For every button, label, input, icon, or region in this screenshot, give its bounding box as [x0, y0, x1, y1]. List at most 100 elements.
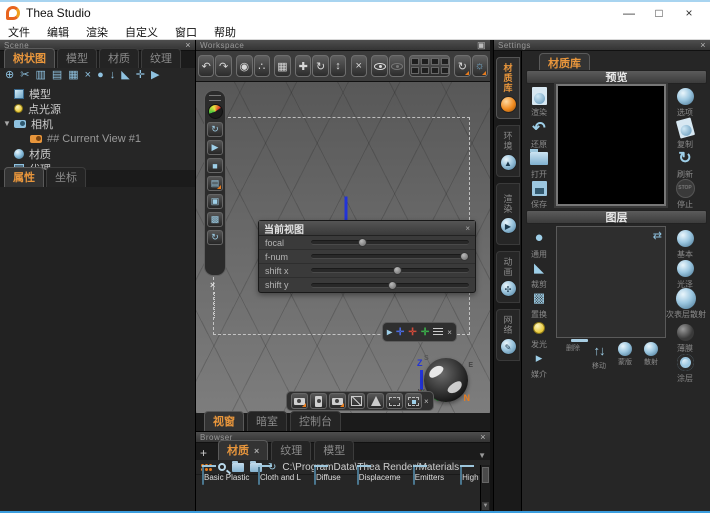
- clone-button[interactable]: ▦: [274, 55, 291, 77]
- tab-properties[interactable]: 属性: [4, 167, 44, 187]
- brush-icon[interactable]: ◣: [121, 70, 129, 81]
- layer-clipping-button[interactable]: ◣ 裁剪: [524, 258, 554, 290]
- diagonal-guide-button[interactable]: [348, 393, 365, 409]
- scrollbar-down-icon[interactable]: ▼: [482, 502, 489, 510]
- folder-item[interactable]: Diffuse: [314, 466, 341, 509]
- hide-button[interactable]: [388, 55, 406, 77]
- layer-glossy-button[interactable]: 光泽: [670, 258, 700, 290]
- duplicate-icon[interactable]: ▦: [68, 70, 78, 81]
- preview-open-button[interactable]: 打开: [524, 148, 554, 180]
- camera-toolbar-close-icon[interactable]: ×: [424, 397, 429, 406]
- folder-item[interactable]: Displaceme: [356, 466, 401, 509]
- tree-item-current-view[interactable]: ## Current View #1: [0, 131, 195, 146]
- tab-console[interactable]: 控制台: [290, 411, 341, 431]
- shifty-slider[interactable]: [311, 280, 469, 290]
- rotate-tool-button[interactable]: ↻: [312, 55, 329, 77]
- menu-help[interactable]: 帮助: [214, 24, 236, 40]
- move-tool-button[interactable]: ✚: [295, 55, 312, 77]
- tab-browser-textures[interactable]: 纹理: [271, 440, 312, 460]
- snap-axis-z-icon[interactable]: ✛: [396, 327, 404, 338]
- tree-item-cameras[interactable]: ▼ 相机: [0, 116, 195, 131]
- current-view-header[interactable]: 当前视图 ×: [259, 221, 475, 236]
- reset-view-button[interactable]: ↻: [454, 55, 471, 77]
- layer-thinfilm-button[interactable]: 薄膜: [670, 322, 700, 354]
- preview-save-button[interactable]: 保存: [524, 178, 554, 210]
- sidetab-render[interactable]: 渲染 ▶: [496, 183, 520, 245]
- close-button[interactable]: ×: [674, 4, 704, 22]
- menu-edit[interactable]: 编辑: [47, 24, 69, 40]
- preview-stop-button[interactable]: STOP 停止: [670, 178, 700, 210]
- scale-tool-button[interactable]: ↕: [329, 55, 347, 77]
- menu-window[interactable]: 窗口: [175, 24, 197, 40]
- pivot-icon[interactable]: ✛: [136, 70, 145, 81]
- sidetab-network[interactable]: 网络 ✎: [496, 309, 520, 361]
- maximize-button[interactable]: □: [644, 4, 674, 22]
- fit-view-icon[interactable]: ▶: [151, 70, 159, 81]
- snap-cursor-icon[interactable]: ▸: [387, 327, 392, 338]
- show-button[interactable]: [371, 55, 388, 77]
- play-button[interactable]: ▶: [207, 140, 223, 155]
- layer-displacement-button[interactable]: ▩ 置换: [524, 288, 554, 320]
- preview-refresh-button[interactable]: ↻ 刷新: [670, 148, 700, 180]
- folder-item[interactable]: Basic Plastic: [202, 466, 249, 509]
- shiftx-slider[interactable]: [311, 266, 469, 275]
- tab-models[interactable]: 模型: [57, 48, 97, 68]
- display-button[interactable]: ▤: [207, 176, 223, 191]
- tab-darkroom[interactable]: 暗室: [247, 411, 287, 431]
- layer-delete-button[interactable]: 删除: [560, 342, 586, 353]
- sidetab-environment[interactable]: 环境 ▲: [496, 125, 520, 177]
- add-tab-button[interactable]: +: [200, 446, 207, 460]
- camera-settings-button[interactable]: [291, 393, 308, 409]
- sort-icon[interactable]: ↓: [110, 70, 116, 81]
- layer-move-button[interactable]: ↑↓ 移动: [586, 342, 612, 371]
- delete-button[interactable]: ×: [350, 55, 367, 77]
- refresh-render-button[interactable]: ↻: [207, 230, 223, 245]
- toolbar-grip[interactable]: [209, 95, 221, 101]
- folder-item[interactable]: Emitters: [412, 466, 444, 509]
- preview-options-button[interactable]: 选项: [670, 86, 700, 118]
- current-view-close-icon[interactable]: ×: [465, 224, 470, 233]
- preview-copy-button[interactable]: 复制: [670, 117, 700, 150]
- layer-coating-button[interactable]: 涂层: [670, 352, 700, 384]
- folder-item[interactable]: Cloth and L: [258, 466, 301, 509]
- cut-icon[interactable]: ✂: [20, 70, 29, 81]
- tree-item-models[interactable]: 模型: [0, 86, 195, 101]
- paste-icon[interactable]: ▤: [52, 70, 62, 81]
- tab-list-dropdown-icon[interactable]: ▼: [478, 451, 486, 460]
- stop-button[interactable]: ■: [207, 158, 223, 173]
- tab-close-icon[interactable]: ×: [254, 446, 259, 456]
- scrollbar-thumb[interactable]: [482, 467, 489, 483]
- snap-close-icon[interactable]: ×: [447, 328, 452, 337]
- preview-revert-button[interactable]: ↶ 还原: [524, 118, 554, 150]
- region-frame-button[interactable]: [386, 393, 403, 409]
- focal-slider-handle[interactable]: [358, 238, 368, 247]
- render-toolbar-close-icon[interactable]: ×: [210, 280, 215, 290]
- scene-close-icon[interactable]: ×: [185, 40, 191, 50]
- material-icon[interactable]: ●: [97, 70, 104, 81]
- tab-tree[interactable]: 树状图: [4, 48, 55, 68]
- layer-medium-button[interactable]: ▸ 媒介: [524, 348, 554, 380]
- sidetab-animation[interactable]: 动画 ✣: [496, 251, 520, 303]
- layer-basic-button[interactable]: 基本: [670, 228, 700, 260]
- viewport-settings-button[interactable]: ☼: [471, 55, 488, 77]
- snap-list-icon[interactable]: [433, 327, 444, 337]
- workspace-dock-icon[interactable]: ▣: [477, 40, 486, 51]
- layer-mask-button[interactable]: 蒙版: [612, 342, 638, 367]
- tab-materials[interactable]: 材质: [99, 48, 139, 68]
- menu-render[interactable]: 渲染: [86, 24, 108, 40]
- pole-guide-button[interactable]: [367, 393, 384, 409]
- browser-close-icon[interactable]: ×: [480, 432, 486, 442]
- add-icon[interactable]: ⊕: [5, 70, 14, 81]
- select-mode-button[interactable]: ◉: [236, 55, 253, 77]
- shifty-slider-handle[interactable]: [388, 280, 398, 290]
- shiftx-slider-handle[interactable]: [393, 266, 403, 275]
- menu-customize[interactable]: 自定义: [125, 24, 158, 40]
- save-image-button[interactable]: ▣: [207, 194, 223, 209]
- layer-general-button[interactable]: ● 通用: [524, 228, 554, 260]
- layer-scatter-button[interactable]: 散射: [638, 342, 664, 367]
- fnum-slider-handle[interactable]: [459, 252, 469, 261]
- viewport-3d[interactable]: ↻ ▶ ■ ▤ ▣ ▩ ↻ × 当前视图 × focal f-num shift…: [196, 82, 490, 413]
- expand-caret-icon[interactable]: ▼: [3, 119, 11, 128]
- camera-vertical-button[interactable]: [310, 393, 327, 409]
- pattern-button[interactable]: ▩: [207, 212, 223, 227]
